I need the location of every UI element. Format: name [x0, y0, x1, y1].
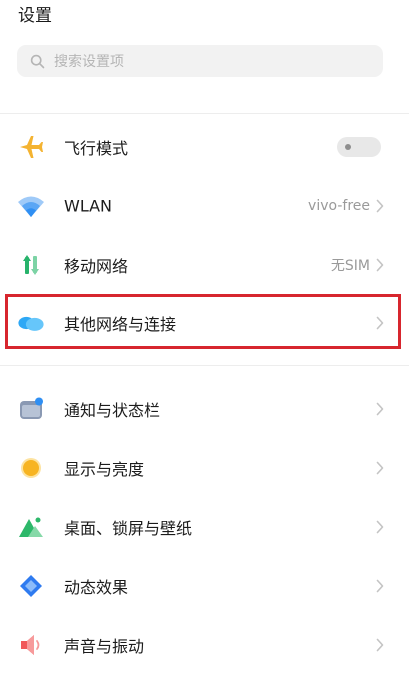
chevron-right-icon [375, 520, 385, 534]
row-dynamic-effects[interactable]: 动态效果 [0, 563, 409, 609]
row-airplane-mode[interactable]: 飞行模式 [0, 124, 409, 170]
row-label: 声音与振动 [64, 637, 145, 656]
chevron-right-icon [375, 258, 385, 272]
toggle-knob [345, 144, 351, 150]
airplane-icon [17, 133, 45, 161]
row-notification[interactable]: 通知与状态栏 [0, 386, 409, 432]
chevron-right-icon [375, 638, 385, 652]
search-icon [29, 53, 45, 69]
section-divider [0, 113, 409, 114]
wifi-icon [17, 192, 45, 220]
search-bar[interactable]: 搜索设置项 [17, 45, 383, 77]
speaker-icon [17, 631, 45, 659]
row-label: WLAN [64, 196, 113, 216]
chevron-right-icon [375, 402, 385, 416]
row-display-brightness[interactable]: 显示与亮度 [0, 445, 409, 491]
notification-icon [17, 395, 45, 423]
brightness-icon [17, 454, 45, 482]
chevron-right-icon [375, 461, 385, 475]
row-wallpaper[interactable]: 桌面、锁屏与壁纸 [0, 504, 409, 550]
row-label: 显示与亮度 [64, 460, 145, 479]
section-divider [0, 365, 409, 366]
row-label: 动态效果 [64, 578, 129, 597]
airplane-mode-toggle[interactable] [337, 137, 381, 157]
highlight-box [5, 294, 401, 349]
mobile-status: 无SIM [330, 258, 370, 274]
row-label: 通知与状态栏 [64, 401, 161, 420]
row-sound-vibration[interactable]: 声音与振动 [0, 622, 409, 668]
row-mobile-network[interactable]: 移动网络 无SIM [0, 242, 409, 288]
settings-screen: 设置 搜索设置项 飞行模式 WLAN vivo-free 移动网络 无SIM 其… [0, 0, 409, 680]
wlan-status: vivo-free [308, 198, 370, 214]
row-label: 飞行模式 [64, 139, 129, 158]
row-label: 桌面、锁屏与壁纸 [64, 519, 193, 538]
chevron-right-icon [375, 579, 385, 593]
mobile-data-icon [17, 251, 45, 279]
row-label: 移动网络 [64, 257, 129, 276]
wallpaper-icon [17, 513, 45, 541]
row-wlan[interactable]: WLAN vivo-free [0, 183, 409, 229]
effects-icon [17, 572, 45, 600]
search-input[interactable]: 搜索设置项 [54, 51, 124, 71]
chevron-right-icon [375, 199, 385, 213]
page-title: 设置 [18, 6, 52, 26]
